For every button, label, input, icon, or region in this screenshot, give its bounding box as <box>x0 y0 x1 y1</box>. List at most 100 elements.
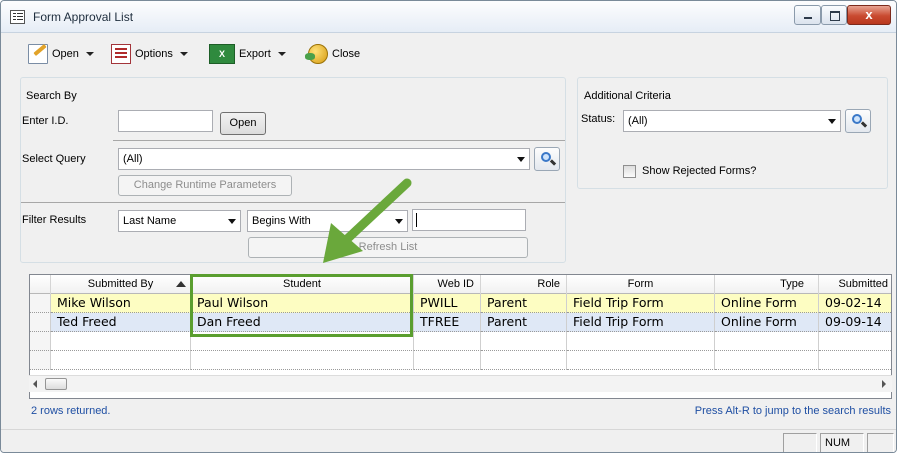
scroll-left-icon[interactable] <box>33 380 37 388</box>
empty-cell <box>414 332 481 351</box>
cell-type: Online Form <box>715 294 819 313</box>
column-header-type[interactable]: Type <box>715 275 819 294</box>
app-icon <box>10 10 25 24</box>
open-menu-button[interactable]: Open <box>28 42 94 66</box>
dropdown-arrow-icon <box>395 219 403 224</box>
empty-cell <box>819 351 891 370</box>
cell-web-id: PWILL <box>414 294 481 313</box>
chevron-down-icon <box>179 52 188 56</box>
maximize-button[interactable] <box>821 5 847 25</box>
export-menu-button[interactable]: X Export <box>209 42 286 66</box>
chevron-down-icon <box>85 52 94 56</box>
minimize-button[interactable] <box>794 5 821 25</box>
show-rejected-checkbox[interactable] <box>623 165 636 178</box>
rows-returned-text: 2 rows returned. <box>31 405 111 417</box>
table-row[interactable]: Ted Freed Dan Freed TFREE Parent Field T… <box>30 313 891 332</box>
column-header-form[interactable]: Form <box>567 275 715 294</box>
status-search-button[interactable] <box>845 109 871 133</box>
options-menu-button[interactable]: Options <box>111 42 188 66</box>
status-label: Status: <box>581 113 616 125</box>
cell-submitted: 09-09-14 <box>819 313 891 332</box>
empty-cell <box>51 351 191 370</box>
num-lock-indicator: NUM <box>820 433 864 452</box>
empty-row <box>30 332 891 351</box>
filter-results-label: Filter Results <box>22 214 87 226</box>
search-by-legend: Search By <box>26 90 77 102</box>
export-menu-label: Export <box>239 48 271 60</box>
status-bar: NUM <box>1 429 896 452</box>
checklist-icon <box>111 44 131 64</box>
grid-header: Submitted By Student Web ID Role Form Ty… <box>30 275 891 294</box>
search-icon-handle <box>549 159 557 166</box>
empty-cell <box>191 332 414 351</box>
excel-icon: X <box>209 44 235 64</box>
dropdown-arrow-icon <box>828 119 836 124</box>
column-header-role[interactable]: Role <box>481 275 567 294</box>
row-selector[interactable] <box>30 313 51 332</box>
row-selector-header <box>30 275 51 294</box>
scrollbar-thumb[interactable] <box>45 378 67 390</box>
row-selector[interactable] <box>30 294 51 313</box>
text-cursor <box>416 213 417 227</box>
filter-operator-dropdown[interactable]: Begins With <box>247 210 408 232</box>
empty-cell <box>191 351 414 370</box>
open-menu-label: Open <box>52 48 79 60</box>
column-header-student[interactable]: Student <box>191 275 414 294</box>
open-id-button[interactable]: Open <box>220 112 266 135</box>
column-header-submitted[interactable]: Submitted <box>819 275 891 294</box>
cell-web-id: TFREE <box>414 313 481 332</box>
cell-submitted-by: Mike Wilson <box>51 294 191 313</box>
status-pane <box>867 433 894 452</box>
search-icon-handle <box>860 121 868 128</box>
additional-criteria-legend: Additional Criteria <box>584 90 671 102</box>
close-button[interactable]: Close <box>305 42 361 66</box>
empty-cell <box>414 351 481 370</box>
column-header-web-id[interactable]: Web ID <box>414 275 481 294</box>
close-exit-icon <box>305 44 328 64</box>
select-query-dropdown[interactable]: (All) <box>118 148 530 170</box>
empty-cell <box>819 332 891 351</box>
select-query-label: Select Query <box>22 153 86 165</box>
empty-cell <box>715 332 819 351</box>
status-value: (All) <box>628 115 648 127</box>
divider <box>113 140 565 141</box>
query-search-button[interactable] <box>534 147 560 171</box>
refresh-list-button[interactable]: Refresh List <box>248 237 528 258</box>
filter-operator-value: Begins With <box>252 215 311 227</box>
empty-cell <box>567 332 715 351</box>
cell-form: Field Trip Form <box>567 313 715 332</box>
cell-submitted: 09-02-14 <box>819 294 891 313</box>
empty-row <box>30 351 891 370</box>
window-title: Form Approval List <box>33 10 134 24</box>
select-query-value: (All) <box>123 153 143 165</box>
filter-text-input[interactable] <box>412 209 526 231</box>
chevron-down-icon <box>277 52 286 56</box>
change-runtime-parameters-button[interactable]: Change Runtime Parameters <box>118 175 292 196</box>
status-dropdown[interactable]: (All) <box>623 110 841 132</box>
filter-field-dropdown[interactable]: Last Name <box>118 210 241 232</box>
cell-role: Parent <box>481 313 567 332</box>
show-rejected-label[interactable]: Show Rejected Forms? <box>642 165 756 177</box>
column-header-label: Submitted By <box>87 278 154 290</box>
row-selector <box>30 332 51 351</box>
divider <box>21 202 565 203</box>
horizontal-scrollbar[interactable] <box>29 375 892 392</box>
row-selector <box>30 351 51 370</box>
cell-submitted-by: Ted Freed <box>51 313 191 332</box>
title-bar[interactable]: Form Approval List x <box>1 1 896 33</box>
toolbar: Open Options X Export Close <box>1 34 896 74</box>
open-document-icon <box>28 44 48 64</box>
cell-form: Field Trip Form <box>567 294 715 313</box>
enter-id-label: Enter I.D. <box>22 115 69 127</box>
close-label: Close <box>332 48 361 60</box>
enter-id-input[interactable] <box>118 110 213 132</box>
form-approval-window: Form Approval List x Open Options X Expo… <box>0 0 897 453</box>
options-menu-label: Options <box>135 48 173 60</box>
search-by-panel <box>20 77 566 263</box>
table-row[interactable]: Mike Wilson Paul Wilson PWILL Parent Fie… <box>30 294 891 313</box>
close-window-button[interactable]: x <box>847 5 891 25</box>
empty-cell <box>481 332 567 351</box>
status-pane <box>783 433 817 452</box>
scroll-right-icon[interactable] <box>882 380 886 388</box>
column-header-submitted-by[interactable]: Submitted By <box>51 275 191 294</box>
